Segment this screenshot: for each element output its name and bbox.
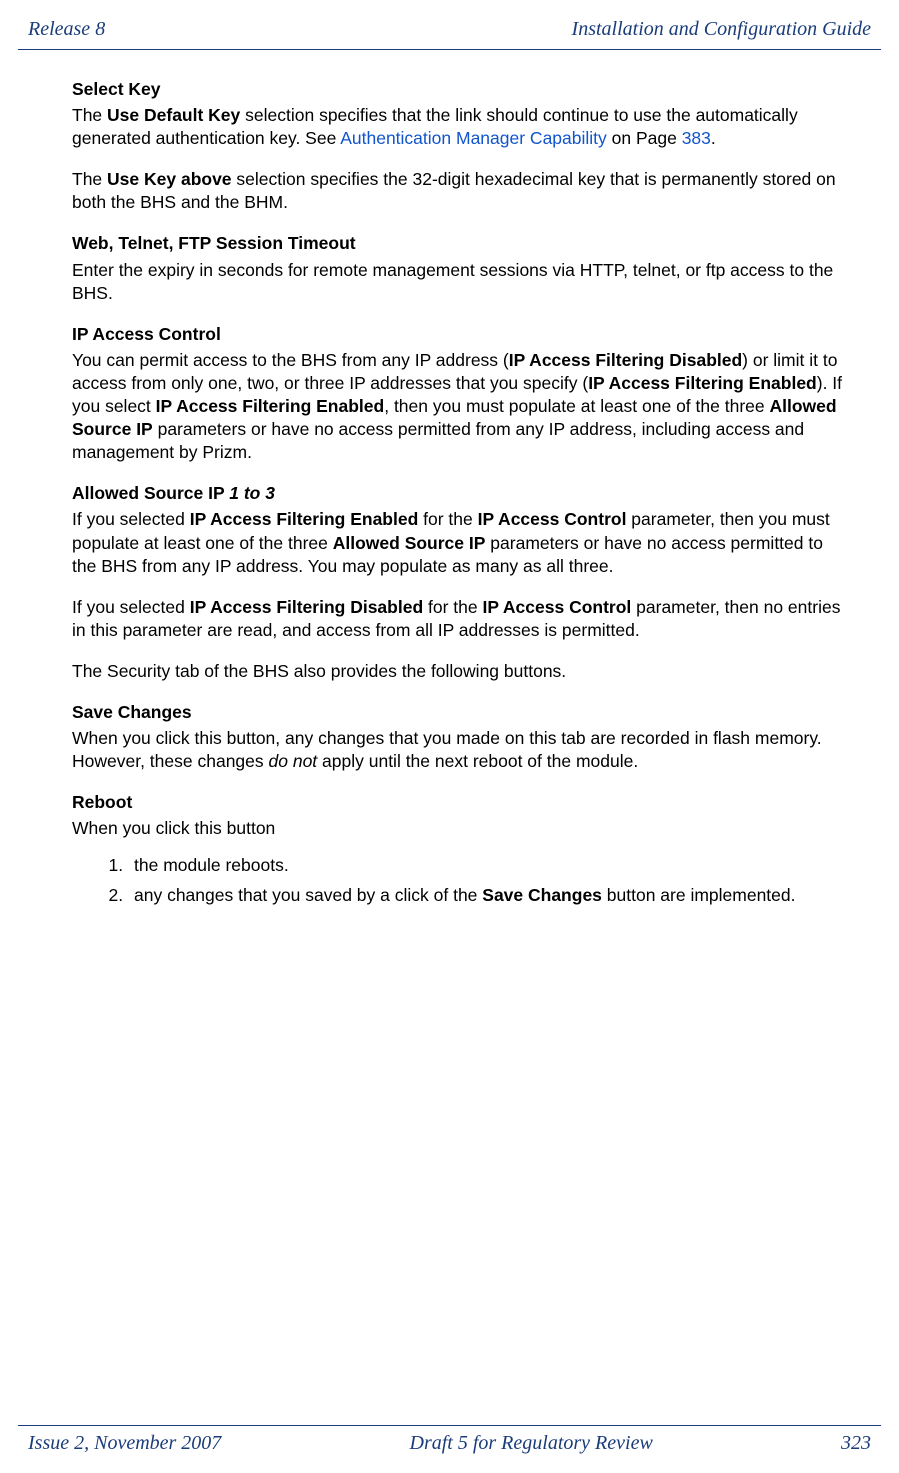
text-fragment-bold: IP Access Filtering Disabled — [190, 597, 423, 617]
para-reboot: When you click this button — [72, 817, 849, 840]
link-auth-manager[interactable]: Authentication Manager Capability — [340, 128, 607, 148]
text-fragment-italic: do not — [269, 751, 318, 771]
para-select-key-1: The Use Default Key selection specifies … — [72, 104, 849, 150]
text-fragment-bold: IP Access Control — [482, 597, 631, 617]
page-header: Release 8 Installation and Configuration… — [0, 0, 899, 49]
page-content: Select Key The Use Default Key selection… — [0, 50, 899, 907]
heading-select-key: Select Key — [72, 78, 849, 101]
footer-right-text: 323 — [841, 1432, 871, 1455]
page-footer: Issue 2, November 2007 Draft 5 for Regul… — [0, 1425, 899, 1455]
para-allowed-source-2: If you selected IP Access Filtering Disa… — [72, 596, 849, 642]
text-fragment: The — [72, 169, 107, 189]
heading-ip-access: IP Access Control — [72, 323, 849, 346]
text-fragment: You can permit access to the BHS from an… — [72, 350, 509, 370]
text-fragment: , then you must populate at least one of… — [384, 396, 769, 416]
list-item: the module reboots. — [128, 854, 849, 877]
footer-center-text: Draft 5 for Regulatory Review — [410, 1432, 653, 1455]
text-fragment-bold: Save Changes — [482, 885, 602, 905]
text-fragment: If you selected — [72, 597, 190, 617]
text-fragment: The — [72, 105, 107, 125]
reboot-steps-list: the module reboots. any changes that you… — [72, 854, 849, 906]
heading-reboot: Reboot — [72, 791, 849, 814]
text-fragment-bold: Allowed Source IP — [333, 533, 486, 553]
text-fragment-bold: IP Access Filtering Disabled — [509, 350, 742, 370]
text-fragment: parameters or have no access permitted f… — [72, 419, 804, 462]
text-fragment: on Page — [607, 128, 682, 148]
text-fragment-bold: IP Access Filtering Enabled — [190, 509, 419, 529]
para-select-key-2: The Use Key above selection specifies th… — [72, 168, 849, 214]
text-fragment-bold: Use Key above — [107, 169, 232, 189]
text-fragment: for the — [423, 597, 482, 617]
header-right-text: Installation and Configuration Guide — [572, 18, 871, 41]
heading-web-timeout: Web, Telnet, FTP Session Timeout — [72, 232, 849, 255]
text-fragment: button are implemented. — [602, 885, 796, 905]
text-fragment: any changes that you saved by a click of… — [134, 885, 482, 905]
para-allowed-source-3: The Security tab of the BHS also provide… — [72, 660, 849, 683]
text-fragment: If you selected — [72, 509, 190, 529]
heading-allowed-source: Allowed Source IP 1 to 3 — [72, 482, 849, 505]
link-page-383[interactable]: 383 — [682, 128, 711, 148]
footer-left-text: Issue 2, November 2007 — [28, 1432, 221, 1455]
header-left-text: Release 8 — [28, 18, 105, 41]
text-fragment: apply until the next reboot of the modul… — [317, 751, 638, 771]
text-fragment: for the — [418, 509, 477, 529]
footer-divider — [18, 1425, 881, 1426]
text-fragment-bold: IP Access Filtering Enabled — [156, 396, 385, 416]
text-fragment: Allowed Source IP — [72, 483, 229, 503]
text-fragment-bold: Use Default Key — [107, 105, 240, 125]
para-ip-access: You can permit access to the BHS from an… — [72, 349, 849, 464]
text-fragment-italic: 1 to 3 — [229, 483, 275, 503]
list-item: any changes that you saved by a click of… — [128, 884, 849, 907]
para-save-changes: When you click this button, any changes … — [72, 727, 849, 773]
heading-save-changes: Save Changes — [72, 701, 849, 724]
para-web-timeout: Enter the expiry in seconds for remote m… — [72, 259, 849, 305]
text-fragment: . — [711, 128, 716, 148]
text-fragment-bold: IP Access Filtering Enabled — [588, 373, 817, 393]
text-fragment-bold: IP Access Control — [478, 509, 627, 529]
para-allowed-source-1: If you selected IP Access Filtering Enab… — [72, 508, 849, 577]
